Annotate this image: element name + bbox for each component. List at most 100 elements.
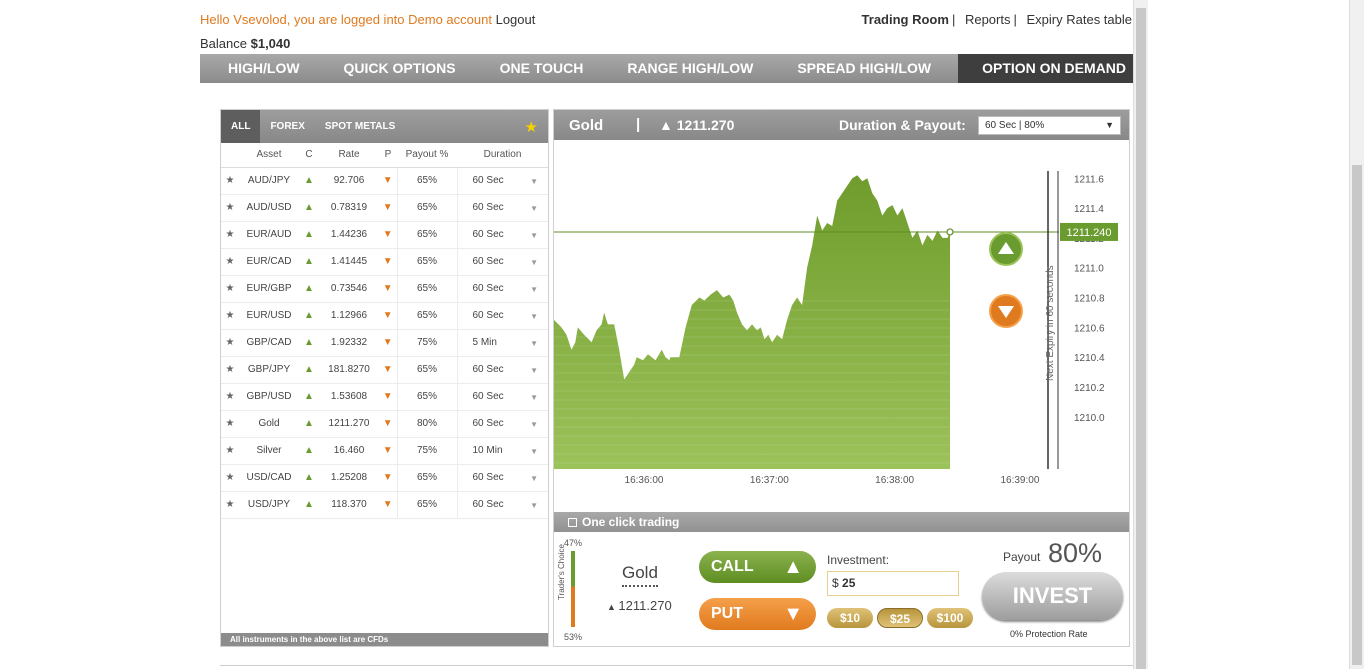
- asset-row[interactable]: ★ AUD/JPY ▲ 92.706 ▼ 65% 60 Sec ▼: [221, 167, 548, 195]
- asset-row[interactable]: ★ AUD/USD ▲ 0.78319 ▼ 65% 60 Sec ▼: [221, 194, 548, 222]
- asset-row[interactable]: ★ GBP/CAD ▲ 1.92332 ▼ 75% 5 Min ▼: [221, 329, 548, 357]
- one-click-checkbox[interactable]: [568, 518, 577, 527]
- asset-row[interactable]: ★ EUR/AUD ▲ 1.44236 ▼ 65% 60 Sec ▼: [221, 221, 548, 249]
- window-scrollbar-thumb[interactable]: [1352, 165, 1362, 665]
- tab-range-high-low[interactable]: RANGE HIGH/LOW: [605, 54, 775, 83]
- favorite-star-icon[interactable]: ★: [221, 356, 239, 384]
- put-arrow-icon[interactable]: ▼: [379, 221, 397, 249]
- asset-row[interactable]: ★ EUR/GBP ▲ 0.73546 ▼ 65% 60 Sec ▼: [221, 275, 548, 303]
- asset-row[interactable]: ★ EUR/USD ▲ 1.12966 ▼ 65% 60 Sec ▼: [221, 302, 548, 330]
- put-arrow-icon[interactable]: ▼: [379, 383, 397, 411]
- put-arrow-icon[interactable]: ▼: [379, 329, 397, 357]
- asset-duration-select[interactable]: 60 Sec ▼: [457, 221, 548, 249]
- asset-duration-select[interactable]: 60 Sec ▼: [457, 194, 548, 222]
- call-arrow-icon[interactable]: ▲: [299, 194, 319, 222]
- nav-reports[interactable]: Reports: [965, 12, 1011, 27]
- tab-quick-options[interactable]: QUICK OPTIONS: [322, 54, 478, 83]
- call-arrow-icon[interactable]: ▲: [299, 437, 319, 465]
- call-arrow-icon[interactable]: ▲: [299, 167, 319, 195]
- call-arrow-icon[interactable]: ▲: [299, 383, 319, 411]
- favorite-star-icon[interactable]: ★: [221, 302, 239, 330]
- x-tick-label: 16:37:00: [750, 475, 789, 486]
- asset-row[interactable]: ★ Silver ▲ 16.460 ▼ 75% 10 Min ▼: [221, 437, 548, 465]
- call-arrow-icon[interactable]: ▲: [299, 275, 319, 303]
- asset-row[interactable]: ★ EUR/CAD ▲ 1.41445 ▼ 65% 60 Sec ▼: [221, 248, 548, 276]
- asset-row[interactable]: ★ GBP/JPY ▲ 181.8270 ▼ 65% 60 Sec ▼: [221, 356, 548, 384]
- filter-all[interactable]: ALL: [221, 110, 261, 143]
- put-arrow-icon[interactable]: ▼: [379, 356, 397, 384]
- asset-row[interactable]: ★ USD/JPY ▲ 118.370 ▼ 65% 60 Sec ▼: [221, 491, 548, 519]
- favorite-star-icon[interactable]: ★: [221, 437, 239, 465]
- favorite-star-icon[interactable]: ★: [221, 410, 239, 438]
- asset-duration-select[interactable]: 60 Sec ▼: [457, 167, 548, 195]
- call-arrow-icon[interactable]: ▲: [299, 248, 319, 276]
- call-arrow-icon[interactable]: ▲: [299, 302, 319, 330]
- filter-spot-metals[interactable]: SPOT METALS: [315, 110, 405, 143]
- quick-amount-10[interactable]: $10: [827, 608, 873, 628]
- asset-row[interactable]: ★ GBP/USD ▲ 1.53608 ▼ 65% 60 Sec ▼: [221, 383, 548, 411]
- asset-row[interactable]: ★ Gold ▲ 1211.270 ▼ 80% 60 Sec ▼: [221, 410, 548, 438]
- price-chart: 16:36:00 16:37:00 16:38:00 16:39:00 1211.6 12…: [554, 141, 1129, 511]
- put-arrow-icon[interactable]: ▼: [379, 491, 397, 519]
- favorite-star-icon[interactable]: ★: [221, 383, 239, 411]
- asset-duration-select[interactable]: 60 Sec ▼: [457, 410, 548, 438]
- put-arrow-icon[interactable]: ▼: [379, 194, 397, 222]
- investment-input[interactable]: $ 25: [827, 571, 959, 596]
- filter-forex[interactable]: FOREX: [260, 110, 314, 143]
- put-arrow-icon[interactable]: ▼: [379, 167, 397, 195]
- asset-duration-select[interactable]: 10 Min ▼: [457, 437, 548, 465]
- asset-row[interactable]: ★ USD/CAD ▲ 1.25208 ▼ 65% 60 Sec ▼: [221, 464, 548, 492]
- put-arrow-icon[interactable]: ▼: [379, 437, 397, 465]
- call-arrow-icon[interactable]: ▲: [299, 464, 319, 492]
- call-arrow-icon[interactable]: ▲: [299, 329, 319, 357]
- tab-option-on-demand[interactable]: OPTION ON DEMAND: [958, 54, 1133, 83]
- tab-spread-high-low[interactable]: SPREAD HIGH/LOW: [775, 54, 953, 83]
- favorites-star-icon[interactable]: ★: [525, 118, 538, 136]
- logout-link[interactable]: Logout: [496, 12, 536, 27]
- favorite-star-icon[interactable]: ★: [221, 491, 239, 519]
- asset-duration-select[interactable]: 5 Min ▼: [457, 329, 548, 357]
- duration-payout-select[interactable]: 60 Sec | 80% ▼: [978, 116, 1121, 135]
- asset-duration-select[interactable]: 60 Sec ▼: [457, 356, 548, 384]
- asset-duration-select[interactable]: 60 Sec ▼: [457, 302, 548, 330]
- favorite-star-icon[interactable]: ★: [221, 248, 239, 276]
- put-arrow-icon[interactable]: ▼: [379, 275, 397, 303]
- asset-duration-select[interactable]: 60 Sec ▼: [457, 491, 548, 519]
- one-click-trading[interactable]: One click trading: [554, 512, 1129, 532]
- asset-duration-select[interactable]: 60 Sec ▼: [457, 383, 548, 411]
- favorite-star-icon[interactable]: ★: [221, 194, 239, 222]
- quick-amount-25[interactable]: $25: [877, 608, 923, 628]
- favorite-star-icon[interactable]: ★: [221, 221, 239, 249]
- invest-button[interactable]: INVEST: [982, 572, 1123, 620]
- favorite-star-icon[interactable]: ★: [221, 464, 239, 492]
- favorite-star-icon[interactable]: ★: [221, 275, 239, 303]
- call-arrow-icon[interactable]: ▲: [299, 410, 319, 438]
- window-scrollbar[interactable]: [1349, 0, 1364, 669]
- put-arrow-icon[interactable]: ▼: [379, 248, 397, 276]
- asset-duration: 60 Sec: [472, 256, 504, 267]
- call-arrow-icon[interactable]: ▲: [299, 356, 319, 384]
- nav-expiry-rates[interactable]: Expiry Rates table: [1027, 12, 1133, 27]
- call-arrow-icon[interactable]: ▲: [299, 221, 319, 249]
- asset-duration-select[interactable]: 60 Sec ▼: [457, 275, 548, 303]
- tab-high-low[interactable]: HIGH/LOW: [200, 54, 322, 83]
- inner-scrollbar[interactable]: [1133, 0, 1148, 669]
- favorite-star-icon[interactable]: ★: [221, 329, 239, 357]
- put-arrow-icon[interactable]: ▼: [379, 464, 397, 492]
- call-arrow-icon[interactable]: ▲: [299, 491, 319, 519]
- asset-duration-select[interactable]: 60 Sec ▼: [457, 248, 548, 276]
- put-arrow-icon[interactable]: ▼: [379, 302, 397, 330]
- col-call: C: [299, 143, 319, 168]
- asset-duration-select[interactable]: 60 Sec ▼: [457, 464, 548, 492]
- quick-amount-100[interactable]: $100: [927, 608, 973, 628]
- tab-one-touch[interactable]: ONE TOUCH: [478, 54, 606, 83]
- greeting-text: Hello Vsevolod, you are logged into Demo…: [200, 12, 492, 27]
- nav-trading-room[interactable]: Trading Room: [862, 12, 949, 27]
- favorite-star-icon[interactable]: ★: [221, 167, 239, 195]
- inner-scrollbar-thumb[interactable]: [1136, 8, 1146, 669]
- y-tick-label: 1210.4: [1074, 353, 1105, 364]
- put-button[interactable]: PUT ▼: [699, 598, 816, 630]
- traders-choice-up-pct: 47%: [564, 538, 583, 548]
- put-arrow-icon[interactable]: ▼: [379, 410, 397, 438]
- call-button[interactable]: CALL ▲: [699, 551, 816, 583]
